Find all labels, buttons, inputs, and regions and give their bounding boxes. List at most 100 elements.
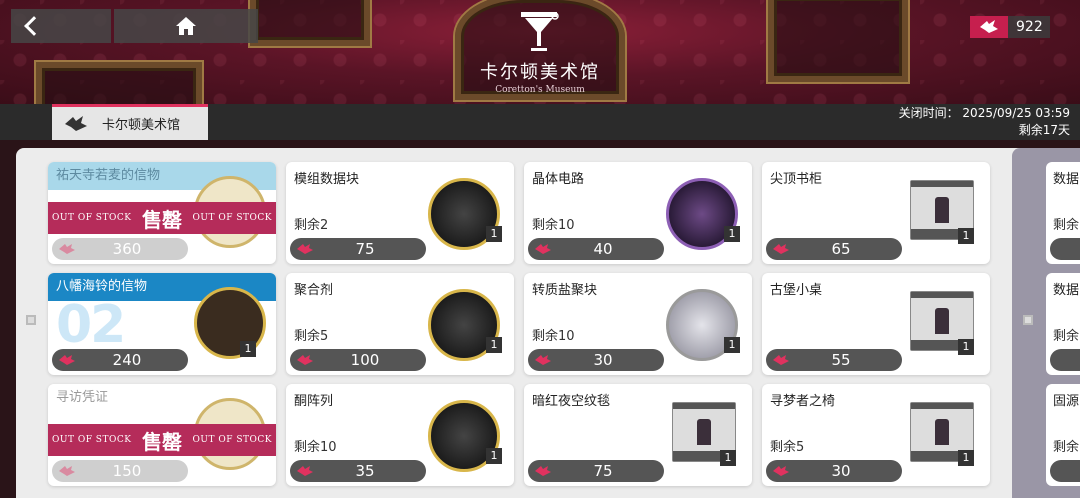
quantity-badge: 1	[958, 339, 974, 355]
price-bar	[1050, 460, 1080, 482]
item-name: 尖顶书柜	[770, 172, 823, 187]
back-button[interactable]	[11, 9, 111, 43]
token-icon	[52, 354, 82, 366]
sold-out-text: OUT OF STOCK	[52, 435, 132, 445]
stock-label: 剩余10	[532, 329, 575, 344]
quantity-badge: 1	[958, 450, 974, 466]
item-name: 暗红夜空纹毯	[532, 394, 611, 409]
price-value: 35	[355, 462, 375, 480]
price-bar	[1050, 238, 1080, 260]
shop-card[interactable]: 暗红夜空纹毯 1 75	[524, 384, 752, 486]
shop-card-partial[interactable]: 数据 剩余	[1046, 273, 1080, 375]
price-value: 30	[593, 351, 613, 369]
sold-out-banner: OUT OF STOCK 售罄 OUT OF STOCK	[48, 202, 276, 234]
stock-label: 剩余	[1053, 218, 1080, 233]
card-title: 数据	[1053, 172, 1080, 187]
museum-title: 卡尔顿美术馆 Coretton's Museum	[440, 58, 640, 95]
tab-museum[interactable]: 卡尔顿美术馆	[52, 104, 208, 140]
price-bar: 65	[766, 238, 902, 260]
shop-card[interactable]: 酮阵列剩余10 1 35	[286, 384, 514, 486]
price-bar: 75	[528, 460, 664, 482]
sold-out-text: OUT OF STOCK	[52, 213, 132, 223]
shop-card[interactable]: 祐天寺若麦的信物 OUT OF STOCK 售罄 OUT OF STOCK 36…	[48, 162, 276, 264]
home-button[interactable]	[114, 9, 258, 43]
chevron-left-icon	[24, 16, 44, 36]
quantity-badge: 1	[724, 337, 740, 353]
item-name: 寻梦者之椅	[770, 394, 836, 409]
price-value: 75	[593, 462, 613, 480]
price-bar	[1050, 349, 1080, 371]
shop-card[interactable]: 尖顶书柜 1 65	[762, 162, 990, 264]
price-bar: 150	[52, 460, 188, 482]
token-icon	[766, 349, 796, 371]
sold-out-text: OUT OF STOCK	[192, 435, 272, 445]
painting-frame	[250, 0, 370, 46]
shop-card[interactable]: 晶体电路 剩余10 1 40	[524, 162, 752, 264]
token-icon	[766, 238, 796, 260]
remaining-days: 剩余17天	[1018, 123, 1070, 137]
price-bar: 40	[528, 238, 664, 260]
stock-label: 剩余5	[294, 329, 329, 344]
price-value: 75	[355, 240, 375, 258]
token-icon	[290, 238, 320, 260]
currency-display: 922	[970, 16, 1050, 38]
stock-label: 剩余	[1053, 329, 1080, 344]
price-value: 65	[831, 240, 851, 258]
shop-card[interactable]: 寻访凭证 OUT OF STOCK 售罄 OUT OF STOCK 150	[48, 384, 276, 486]
price-value: 100	[350, 351, 380, 369]
token-icon	[290, 460, 320, 482]
price-value: 40	[593, 240, 613, 258]
sold-out-label: 售罄	[142, 429, 182, 454]
painting-frame	[36, 62, 202, 104]
tab-label: 卡尔顿美术馆	[102, 118, 181, 133]
shop-card[interactable]: 聚合剂 剩余5 1 100	[286, 273, 514, 375]
token-icon	[528, 238, 558, 260]
relic-number: 02	[56, 295, 126, 355]
price-bar: 360	[52, 238, 188, 260]
shop-card-partial[interactable]: 固源 剩余	[1046, 384, 1080, 486]
card-title: 数据	[1053, 283, 1080, 298]
stock-label: 剩余10	[294, 440, 337, 455]
quantity-badge: 1	[720, 450, 736, 466]
shop-card[interactable]: 寻梦者之椅剩余5 1 30	[762, 384, 990, 486]
price-bar: 30	[528, 349, 664, 371]
item-name: 古堡小桌	[770, 283, 823, 298]
sold-out-text: OUT OF STOCK	[192, 213, 272, 223]
token-icon	[52, 465, 82, 477]
header-banner: 卡尔顿美术馆 Coretton's Museum 922	[0, 0, 1080, 104]
stock-label: 剩余5	[770, 440, 805, 455]
price-bar: 75	[290, 238, 426, 260]
price-bar: 30	[766, 460, 902, 482]
quantity-badge: 1	[486, 226, 502, 242]
quantity-badge: 1	[486, 448, 502, 464]
shop-card[interactable]: 古堡小桌 1 55	[762, 273, 990, 375]
page-indicator	[26, 315, 36, 325]
shop-card[interactable]: 转质盐聚块 剩余10 1 30	[524, 273, 752, 375]
tab-bar: 卡尔顿美术馆 关闭时间： 2025/09/25 03:59 剩余17天	[0, 104, 1080, 140]
price-bar: 55	[766, 349, 902, 371]
home-icon	[176, 17, 196, 35]
price-value: 240	[112, 351, 142, 369]
sold-out-banner: OUT OF STOCK 售罄 OUT OF STOCK	[48, 424, 276, 456]
token-icon	[290, 349, 320, 371]
stock-label: 剩余2	[294, 218, 329, 233]
shop-card[interactable]: 八幡海铃的信物 02 1 240	[48, 273, 276, 375]
painting-frame	[768, 0, 908, 82]
price-value: 55	[831, 351, 851, 369]
shop-card[interactable]: 模组数据块 剩余2 1 75	[286, 162, 514, 264]
token-icon	[766, 460, 796, 482]
item-name: 聚合剂	[294, 283, 334, 298]
price-bar: 240	[52, 349, 188, 371]
museum-name-en: Coretton's Museum	[495, 85, 585, 95]
museum-logo-icon	[521, 12, 559, 51]
price-value: 360	[112, 240, 142, 258]
token-icon	[52, 243, 82, 255]
item-name: 酮阵列	[294, 394, 334, 409]
sold-out-label: 售罄	[142, 207, 182, 232]
token-icon	[970, 16, 1008, 38]
page-indicator	[1023, 315, 1033, 325]
quantity-badge: 1	[958, 228, 974, 244]
currency-amount: 922	[1016, 19, 1043, 35]
shop-card-partial[interactable]: 数据 剩余	[1046, 162, 1080, 264]
token-icon	[528, 349, 558, 371]
